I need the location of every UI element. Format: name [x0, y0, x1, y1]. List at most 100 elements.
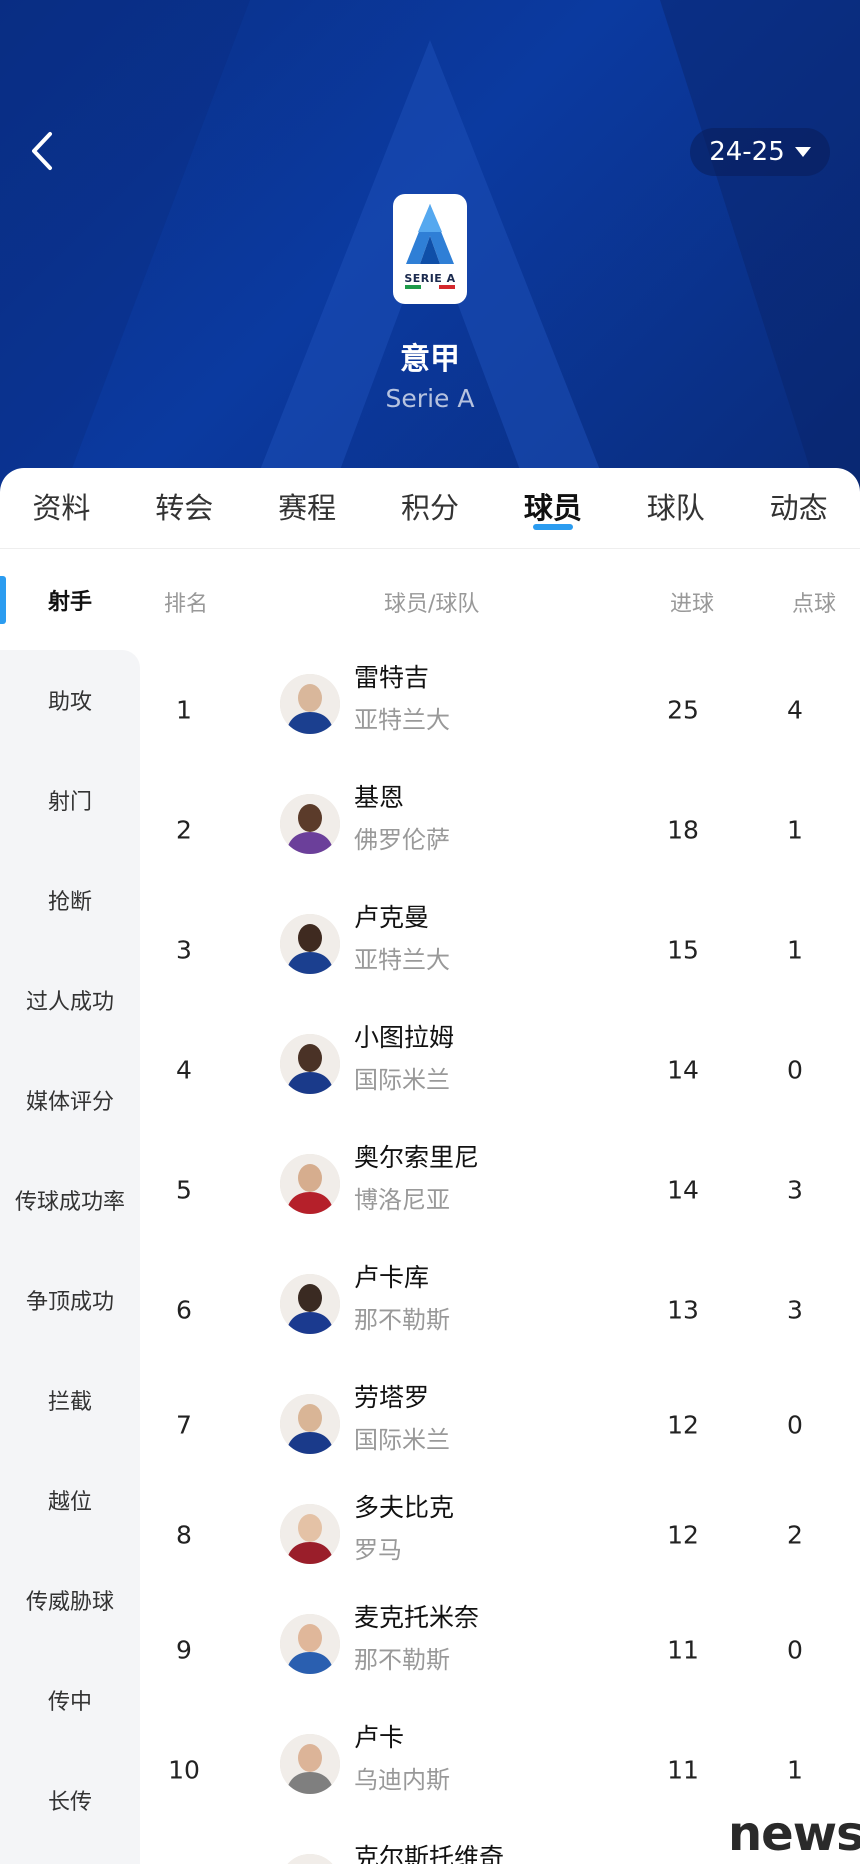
rank-value: 7 — [176, 1410, 192, 1440]
sidebar-item-key-passes[interactable]: 传威胁球 — [0, 1550, 140, 1650]
player-photo-icon — [280, 1274, 340, 1334]
rank-value: 3 — [176, 935, 192, 965]
rank-value: 8 — [176, 1520, 192, 1550]
team-name[interactable]: 国际米兰 — [354, 1060, 450, 1095]
player-name[interactable]: 奥尔索里尼 — [354, 1138, 479, 1174]
season-label: 24-25 — [709, 137, 785, 167]
table-row[interactable]: 1 雷特吉 亚特兰大 25 4 — [140, 650, 860, 770]
table-row[interactable]: 4 小图拉姆国际米兰 14 0 — [140, 1010, 860, 1130]
player-photo-icon — [280, 1854, 340, 1864]
player-avatar — [280, 1854, 340, 1864]
sidebar-item-offsides[interactable]: 越位 — [0, 1450, 140, 1550]
player-name[interactable]: 卢克曼 — [354, 898, 429, 934]
player-avatar — [280, 914, 340, 974]
sidebar-item-dribbles[interactable]: 过人成功 — [0, 950, 140, 1050]
rank-value: 6 — [176, 1295, 192, 1325]
sidebar-item-tackles[interactable]: 抢断 — [0, 850, 140, 950]
season-selector[interactable]: 24-25 — [690, 128, 830, 176]
sidebar-item-pass-accuracy[interactable]: 传球成功率 — [0, 1150, 140, 1250]
tab-teams[interactable]: 球队 — [614, 468, 737, 548]
league-header: 24-25 SERIE A 意甲 Serie A — [0, 0, 860, 500]
rank-value: 9 — [176, 1635, 192, 1665]
player-name[interactable]: 卢卡 — [354, 1718, 404, 1754]
tab-news[interactable]: 动态 — [737, 468, 860, 548]
player-name[interactable]: 劳塔罗 — [354, 1378, 429, 1414]
league-subtitle: Serie A — [385, 384, 475, 413]
sidebar-item-crosses[interactable]: 传中 — [0, 1650, 140, 1750]
team-name[interactable]: 国际米兰 — [354, 1420, 450, 1455]
table-row[interactable]: 6 卢卡库 那不勒斯 13 3 — [140, 1250, 860, 1370]
sidebar-item-media-rating[interactable]: 媒体评分 — [0, 1050, 140, 1150]
tab-standings[interactable]: 积分 — [369, 468, 492, 548]
player-avatar — [280, 1504, 340, 1564]
player-name[interactable]: 多夫比克 — [354, 1488, 454, 1524]
table-row[interactable]: 8 多夫比克 罗马 12 2 — [140, 1480, 860, 1590]
goals-value: 18 — [667, 815, 699, 845]
table-row[interactable]: 3 卢克曼亚特兰大 15 1 — [140, 890, 860, 1010]
page: 24-25 SERIE A 意甲 Serie A 资料 转会 赛程 积分 球员 … — [0, 0, 860, 1864]
penalties-value: 0 — [787, 1635, 803, 1665]
player-avatar — [280, 1154, 340, 1214]
penalties-value: 1 — [787, 815, 803, 845]
penalties-value: 3 — [787, 1175, 803, 1205]
player-photo-icon — [280, 914, 340, 974]
penalties-value: 1 — [787, 1755, 803, 1785]
goals-value: 12 — [667, 1520, 699, 1550]
player-photo-icon — [280, 1734, 340, 1794]
team-name[interactable]: 乌迪内斯 — [354, 1760, 450, 1795]
sidebar-item-shots[interactable]: 射门 — [0, 750, 140, 850]
tab-bar: 资料 转会 赛程 积分 球员 球队 动态 — [0, 468, 860, 548]
tab-players[interactable]: 球员 — [491, 468, 614, 548]
team-name[interactable]: 佛罗伦萨 — [354, 820, 450, 855]
tab-transfers[interactable]: 转会 — [123, 468, 246, 548]
penalties-value: 1 — [787, 935, 803, 965]
team-name[interactable]: 那不勒斯 — [354, 1300, 450, 1335]
table-row[interactable]: 2 基恩佛罗伦萨 18 1 — [140, 770, 860, 890]
content-card: 资料 转会 赛程 积分 球员 球队 动态 射手 助攻 射门 抢断 过人成功 媒体… — [0, 468, 860, 1864]
sidebar-item-assists[interactable]: 助攻 — [0, 650, 140, 750]
player-photo-icon — [280, 1504, 340, 1564]
back-button[interactable] — [22, 124, 62, 178]
table-header: 排名 球员/球队 进球 点球 — [140, 550, 860, 650]
team-name[interactable]: 博洛尼亚 — [354, 1180, 450, 1215]
player-photo-icon — [280, 1394, 340, 1454]
team-name[interactable]: 那不勒斯 — [354, 1640, 450, 1675]
tab-schedule[interactable]: 赛程 — [246, 468, 369, 548]
player-avatar — [280, 1274, 340, 1334]
player-avatar — [280, 674, 340, 734]
player-name[interactable]: 基恩 — [354, 778, 404, 814]
penalties-value: 0 — [787, 1055, 803, 1085]
rank-value: 4 — [176, 1055, 192, 1085]
penalties-value: 0 — [787, 1410, 803, 1440]
team-name[interactable]: 亚特兰大 — [354, 940, 450, 975]
header-player-team: 球员/球队 — [384, 592, 480, 617]
table-row[interactable]: 5 奥尔索里尼 博洛尼亚 14 3 — [140, 1130, 860, 1250]
caret-down-icon — [794, 147, 811, 157]
team-name[interactable]: 罗马 — [354, 1530, 402, 1565]
team-name[interactable]: 亚特兰大 — [354, 700, 450, 735]
sidebar-item-aerials-won[interactable]: 争顶成功 — [0, 1250, 140, 1350]
player-avatar — [280, 1394, 340, 1454]
player-avatar — [280, 1034, 340, 1094]
tab-info[interactable]: 资料 — [0, 468, 123, 548]
sidebar-item-interceptions[interactable]: 拦截 — [0, 1350, 140, 1450]
chevron-left-icon — [32, 132, 52, 170]
sidebar-item-scorers[interactable]: 射手 — [0, 550, 140, 650]
player-name[interactable]: 雷特吉 — [354, 658, 429, 694]
player-name[interactable]: 小图拉姆 — [354, 1018, 454, 1054]
header-rank: 排名 — [164, 592, 209, 617]
table-row[interactable]: 9 麦克托米奈 那不勒斯 11 0 — [140, 1590, 860, 1710]
table-row[interactable]: 7 劳塔罗国际米兰 12 0 — [140, 1370, 860, 1480]
goals-value: 15 — [667, 935, 699, 965]
player-name[interactable]: 卢卡库 — [354, 1258, 429, 1294]
penalties-value: 4 — [787, 695, 803, 725]
scorers-table: 排名 球员/球队 进球 点球 1 雷特吉 亚特兰大 25 4 2 基恩 佛罗伦萨 18 1 3 卢克曼… — [140, 550, 860, 1864]
sidebar-item-long-balls[interactable]: 长传 — [0, 1750, 140, 1850]
serie-a-logo-icon — [406, 204, 454, 264]
rank-value: 2 — [176, 815, 192, 845]
goals-value: 12 — [667, 1410, 699, 1440]
player-name[interactable]: 克尔斯托维奇 — [354, 1838, 504, 1864]
goals-value: 13 — [667, 1295, 699, 1325]
goals-value: 14 — [667, 1055, 699, 1085]
player-name[interactable]: 麦克托米奈 — [354, 1598, 479, 1634]
